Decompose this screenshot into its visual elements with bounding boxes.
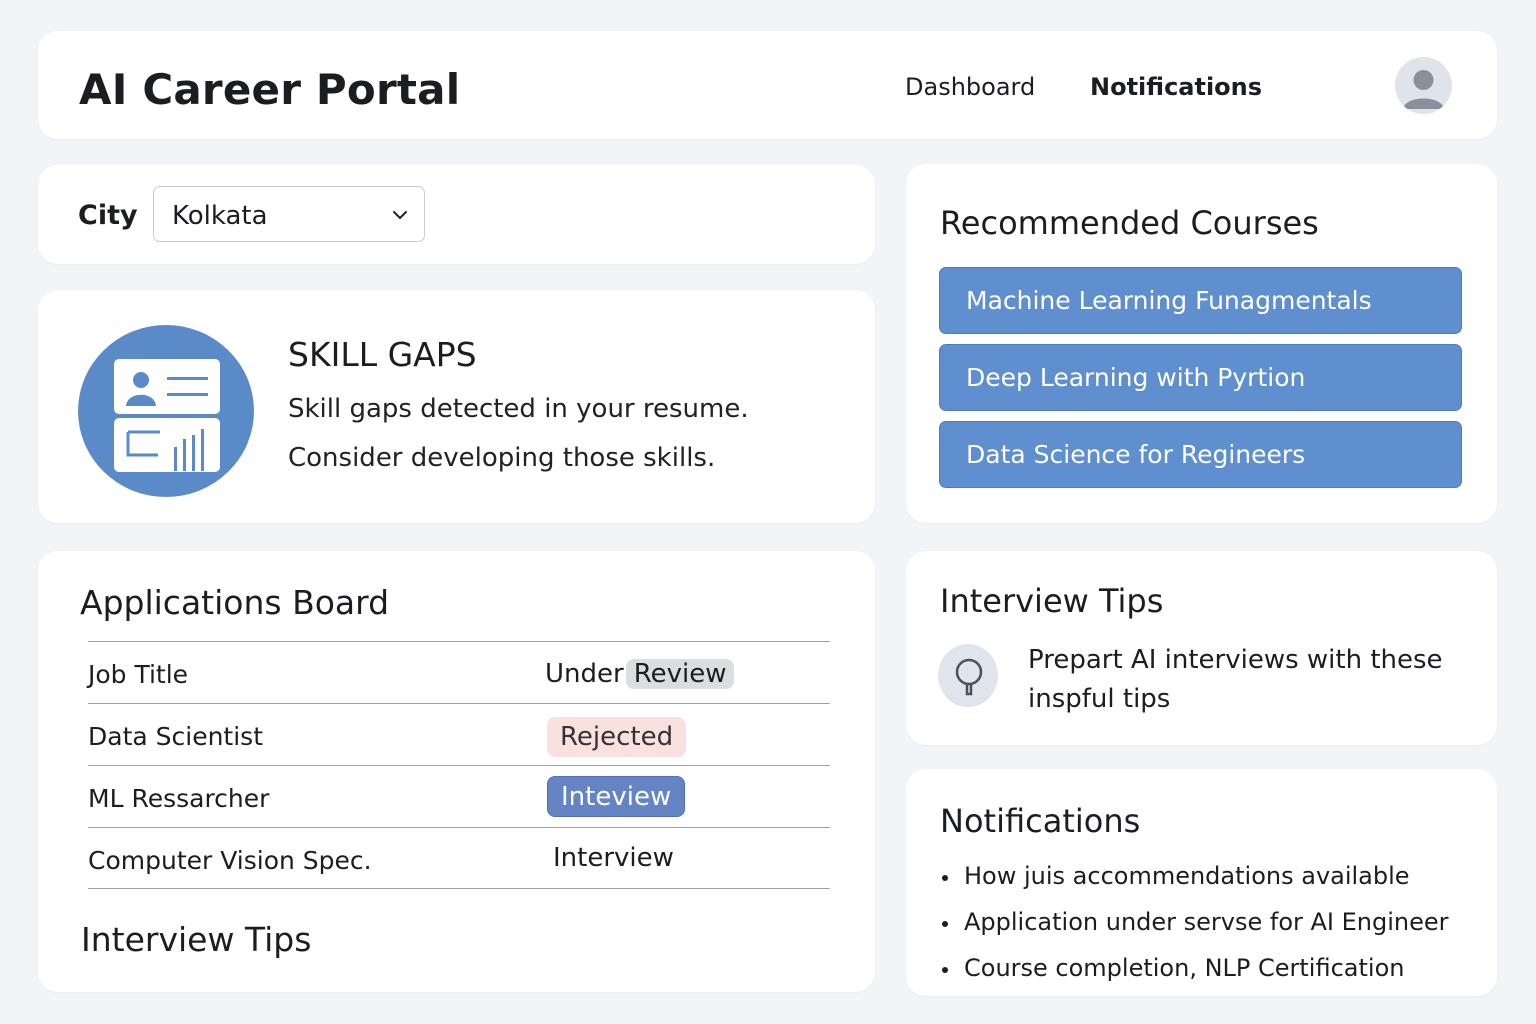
city-dropdown[interactable]: Kolkata: [153, 186, 425, 242]
lightbulb-icon: [938, 644, 998, 707]
status-header: Under Review: [545, 657, 735, 691]
job-title-header: Job Title: [88, 660, 189, 689]
interview-tips-subheading: Interview Tips: [81, 920, 312, 959]
notifications-list: How juis accommendations available Appli…: [940, 859, 1449, 997]
interview-tips-title: Interview Tips: [940, 582, 1164, 620]
notification-item[interactable]: Application under servse for AI Engineer: [940, 905, 1449, 951]
course-label: Data Science for Regineers: [966, 440, 1306, 469]
skill-gaps-title: SKILL GAPS: [288, 335, 477, 374]
interview-tips-text-line1: Prepart AI interviews with these: [1028, 645, 1443, 675]
table-row[interactable]: Computer Vision Spec. Interview: [88, 827, 830, 889]
applications-board-card: Applications Board Job Title Under Review…: [38, 551, 875, 992]
city-selected-value: Kolkata: [172, 201, 268, 231]
skill-gaps-message: Skill gaps detected in your resume.: [288, 394, 749, 424]
job-title-cell: Computer Vision Spec.: [88, 846, 372, 875]
nav-dashboard[interactable]: Dashboard: [905, 73, 1035, 101]
table-row[interactable]: ML Ressarcher Inteview: [88, 765, 830, 827]
chevron-down-icon: [390, 205, 410, 225]
skill-gaps-advice: Consider developing those skills.: [288, 443, 716, 473]
job-title-cell: Data Scientist: [88, 722, 263, 751]
interview-tips-card: Interview Tips Prepart AI interviews wit…: [906, 551, 1497, 745]
rejected-status-badge: Rejected: [547, 717, 687, 757]
course-button-data-science[interactable]: Data Science for Regineers: [939, 421, 1462, 488]
city-filter-card: City Kolkata: [38, 165, 875, 264]
app-title: AI Career Portal: [79, 65, 461, 114]
course-button-ml-fundamentals[interactable]: Machine Learning Funagmentals: [939, 267, 1462, 334]
applications-board-title: Applications Board: [80, 583, 390, 622]
table-header-row: Job Title Under Review: [88, 641, 830, 703]
course-label: Deep Learning with Pyrtion: [966, 363, 1306, 392]
resume-chart-icon: [78, 325, 254, 497]
course-button-deep-learning[interactable]: Deep Learning with Pyrtion: [939, 344, 1462, 411]
job-title-cell: ML Ressarcher: [88, 784, 270, 813]
course-label: Machine Learning Funagmentals: [966, 286, 1372, 315]
nav-notifications[interactable]: Notifications: [1090, 73, 1262, 101]
review-badge: Review: [625, 659, 735, 689]
interview-tips-text-line2: inspful tips: [1028, 684, 1171, 714]
notifications-title: Notifications: [940, 802, 1141, 840]
skill-gaps-card: SKILL GAPS Skill gaps detected in your r…: [38, 290, 875, 523]
top-header: AI Career Portal Dashboard Notifications: [38, 31, 1497, 139]
recommended-courses-title: Recommended Courses: [940, 204, 1319, 242]
applications-table: Job Title Under Review Data Scientist Rej…: [88, 641, 830, 889]
table-row[interactable]: Data Scientist Rejected: [88, 703, 830, 765]
notification-item[interactable]: How juis accommendations available: [940, 859, 1449, 905]
notification-item[interactable]: Course completion, NLP Certification: [940, 951, 1449, 997]
recommended-courses-card: Recommended Courses Machine Learning Fun…: [906, 164, 1497, 523]
interview-status-text: Interview: [553, 843, 674, 873]
city-label: City: [78, 200, 138, 231]
interview-status-badge: Inteview: [547, 776, 686, 817]
user-avatar-icon[interactable]: [1395, 57, 1452, 114]
notifications-card: Notifications How juis accommendations a…: [906, 769, 1497, 996]
status-prefix: Under: [545, 659, 624, 689]
